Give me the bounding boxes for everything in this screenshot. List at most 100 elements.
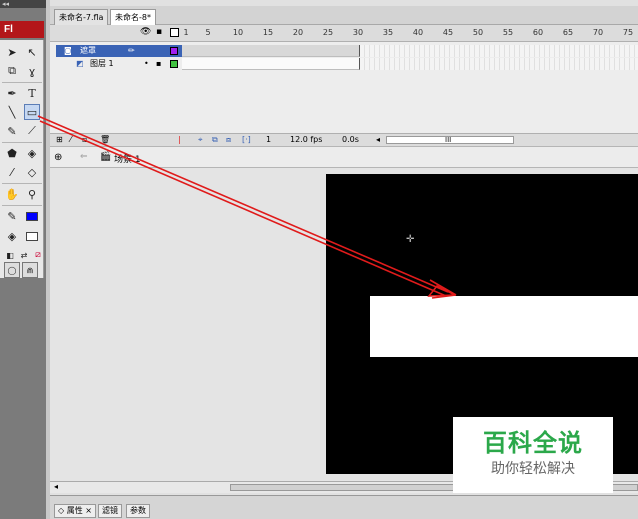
- timeline-header: 👁 ▪ 1 5 10 15 20 25 30 35 40 45 50 55 60…: [50, 25, 638, 42]
- tab-untitled-8[interactable]: 未命名-8*: [110, 9, 156, 25]
- free-transform-tool-icon[interactable]: ⧉: [4, 63, 20, 79]
- ruler-tick: 1: [183, 28, 189, 37]
- stroke-color-swatch[interactable]: [24, 208, 40, 224]
- timeline-status-bar: ⊞ ⁄ ▫ 🗑 | ⌖ ⧉ ⧈ [·] 1 12.0 fps 0.0s ◂ II…: [50, 133, 638, 146]
- layer-name: 遮罩: [80, 46, 96, 55]
- eraser-tool-icon[interactable]: ◇: [24, 164, 40, 180]
- delete-layer-icon[interactable]: 🗑: [100, 134, 110, 146]
- tool-divider: [2, 142, 42, 143]
- scroll-left-icon[interactable]: ◂: [376, 134, 380, 146]
- panel-toggle-icon: ◇: [58, 506, 67, 515]
- ruler-tick: 45: [442, 28, 454, 37]
- ruler-tick: 70: [592, 28, 604, 37]
- tool-divider: [2, 82, 42, 83]
- lock-icon[interactable]: ▪: [156, 58, 161, 70]
- flash-app-window: ◂◂ Fl ➤ ↖ ⧉ ɣ ✒ T ╲ ▭ ✎ ⟋ ⬟ ◈ ⁄ ◇ ✋ ⚲ ✎ …: [0, 0, 638, 519]
- frame-span[interactable]: [182, 45, 360, 57]
- selection-tool-icon[interactable]: ➤: [4, 44, 20, 60]
- scene-label[interactable]: 场景 1: [114, 152, 141, 165]
- add-folder-icon[interactable]: ▫: [82, 134, 87, 146]
- snap-to-objects-icon[interactable]: ⋒: [22, 262, 38, 278]
- crosshair-cursor-icon: ✛: [406, 234, 415, 245]
- masked-layer-icon: ◩: [76, 59, 84, 68]
- edit-bar: ⊕ ⇐ 🎬 场景 1: [50, 146, 638, 168]
- elapsed-time: 0.0s: [342, 135, 359, 144]
- layer-name: 图层 1: [90, 59, 114, 68]
- pencil-icon: ✏: [128, 46, 135, 55]
- frame-span[interactable]: [182, 58, 360, 70]
- add-layer-icon[interactable]: ⊞: [56, 134, 63, 146]
- scroll-thumb-grip: III: [445, 136, 452, 144]
- layer-row-mask[interactable]: ◙ 遮罩 ✏: [56, 45, 182, 57]
- onion-skin-icon[interactable]: ⧉: [212, 134, 218, 146]
- line-tool-icon[interactable]: ╲: [4, 104, 20, 120]
- zoom-tool-icon[interactable]: ⚲: [24, 186, 40, 202]
- ruler-tick: 5: [205, 28, 211, 37]
- subselection-tool-icon[interactable]: ↖: [24, 44, 40, 60]
- ruler-tick: 10: [232, 28, 244, 37]
- playhead-marker-icon: |: [178, 135, 181, 144]
- eye-icon[interactable]: 👁: [140, 27, 151, 37]
- timeline-panel: 👁 ▪ 1 5 10 15 20 25 30 35 40 45 50 55 60…: [50, 25, 638, 146]
- add-guide-icon[interactable]: ⁄: [70, 134, 71, 146]
- hand-tool-icon[interactable]: ✋: [4, 186, 20, 202]
- fill-color-icon[interactable]: ◈: [4, 228, 20, 244]
- watermark-title: 百科全说: [483, 429, 583, 457]
- eyedropper-tool-icon[interactable]: ⁄: [4, 164, 20, 180]
- tool-divider: [2, 205, 42, 206]
- current-frame: 1: [266, 135, 272, 144]
- onion-outlines-icon[interactable]: ⧈: [226, 134, 231, 146]
- ruler-tick: 25: [322, 28, 334, 37]
- bottom-panel-bar: ◇ 属性 × 滤镜 参数: [50, 495, 638, 519]
- brush-tool-icon[interactable]: ⟋: [24, 123, 40, 139]
- stroke-color-icon[interactable]: ✎: [4, 208, 20, 224]
- layer-row-1[interactable]: ◩ 图层 1 • ▪: [56, 58, 182, 70]
- pencil-tool-icon[interactable]: ✎: [4, 123, 20, 139]
- mask-layer-icon: ◙: [64, 46, 72, 55]
- timeline-scrollbar[interactable]: III: [386, 136, 514, 144]
- ink-bottle-tool-icon[interactable]: ⬟: [4, 145, 20, 161]
- no-color-icon[interactable]: ⧄: [30, 247, 46, 263]
- tab-untitled-7[interactable]: 未命名-7.fla: [54, 9, 109, 25]
- tab-filters[interactable]: 滤镜: [98, 504, 122, 518]
- empty-frames[interactable]: [360, 45, 638, 57]
- center-frame-icon[interactable]: ⌖: [198, 134, 203, 146]
- watermark-logo: 百科全说 助你轻松解决: [453, 417, 613, 493]
- lasso-tool-icon[interactable]: ɣ: [24, 63, 40, 79]
- lock-icon[interactable]: ▪: [156, 27, 162, 37]
- object-drawing-icon[interactable]: ◯: [4, 262, 20, 278]
- frame-row-1[interactable]: [182, 58, 638, 70]
- ruler-tick: 75: [622, 28, 634, 37]
- visible-dot-icon[interactable]: •: [144, 58, 149, 70]
- frame-row-mask[interactable]: [182, 45, 638, 57]
- layer-color-swatch[interactable]: [170, 60, 178, 68]
- panel-collapse-toggle[interactable]: ◂◂: [0, 0, 46, 8]
- empty-frames[interactable]: [360, 58, 638, 70]
- timeline-toggle-icon[interactable]: ⊕: [54, 152, 62, 163]
- ruler-tick: 30: [352, 28, 364, 37]
- ruler-tick: 50: [472, 28, 484, 37]
- document-tab-bar: 未命名-7.fla 未命名-8*: [50, 6, 638, 25]
- toolbox: ➤ ↖ ⧉ ɣ ✒ T ╲ ▭ ✎ ⟋ ⬟ ◈ ⁄ ◇ ✋ ⚲ ✎ ◈ ◧ ⇄: [0, 40, 44, 278]
- flash-logo: Fl: [0, 21, 44, 38]
- layer-color-swatch[interactable]: [170, 47, 178, 55]
- paint-bucket-tool-icon[interactable]: ◈: [24, 145, 40, 161]
- ruler-tick: 40: [412, 28, 424, 37]
- ruler-tick: 15: [262, 28, 274, 37]
- frame-rate: 12.0 fps: [290, 135, 323, 144]
- ruler-tick: 55: [502, 28, 514, 37]
- tab-parameters[interactable]: 参数: [126, 504, 150, 518]
- rectangle-tool-icon[interactable]: ▭: [24, 104, 40, 120]
- back-arrow-icon[interactable]: ⇐: [80, 152, 88, 162]
- scroll-left-icon[interactable]: ◂: [54, 482, 58, 491]
- tool-divider: [2, 183, 42, 184]
- white-rectangle-shape[interactable]: [370, 296, 638, 357]
- tab-properties[interactable]: ◇ 属性 ×: [54, 504, 96, 518]
- text-tool-icon[interactable]: T: [24, 85, 40, 101]
- pen-tool-icon[interactable]: ✒: [4, 85, 20, 101]
- ruler-tick: 35: [382, 28, 394, 37]
- tools-panel: ◂◂ Fl ➤ ↖ ⧉ ɣ ✒ T ╲ ▭ ✎ ⟋ ⬟ ◈ ⁄ ◇ ✋ ⚲ ✎ …: [0, 0, 46, 519]
- tab-properties-label: 属性 ×: [66, 506, 92, 515]
- edit-multiple-frames-icon[interactable]: [·]: [242, 134, 251, 146]
- fill-color-swatch[interactable]: [24, 228, 40, 244]
